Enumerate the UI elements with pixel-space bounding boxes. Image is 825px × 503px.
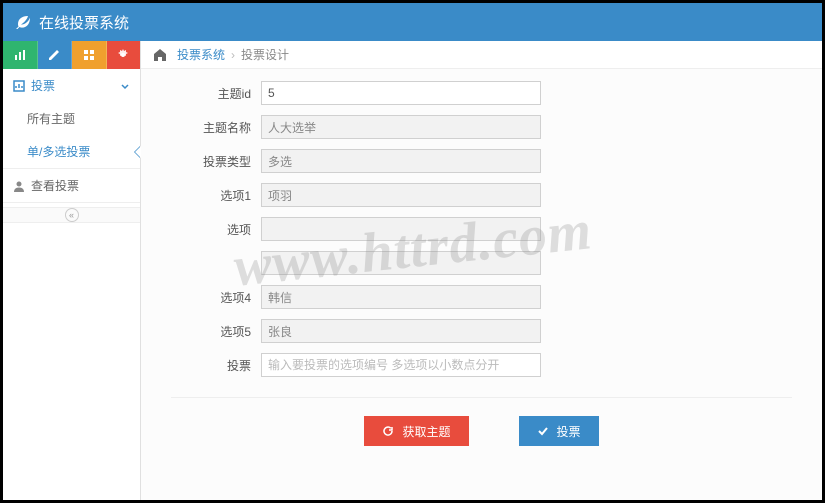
collapse-left-icon: « [65, 208, 79, 222]
nav-group-label: 投票 [31, 77, 55, 94]
vote-input[interactable] [261, 353, 541, 377]
chart-icon [13, 80, 25, 92]
topic-name-input [261, 115, 541, 139]
option5-label: 选项5 [171, 323, 261, 340]
home-icon[interactable] [153, 48, 167, 62]
breadcrumb-link[interactable]: 投票系统 [177, 46, 225, 63]
toolbar-stats-button[interactable] [3, 41, 38, 69]
vote-form: 主题id 主题名称 投票类型 选项1 选项 [141, 69, 822, 466]
bar-chart-icon [14, 49, 26, 61]
sidebar-nav: 投票 所有主题 单/多选投票 查看投票 « [3, 69, 140, 500]
vote-label: 投票 [171, 357, 261, 374]
form-divider [171, 397, 792, 398]
check-icon [537, 425, 549, 437]
option4-label: 选项4 [171, 289, 261, 306]
content-area: 投票系统 › 投票设计 主题id 主题名称 投票类型 选项1 [141, 41, 822, 500]
toolbar-edit-button[interactable] [38, 41, 73, 69]
app-title: 在线投票系统 [39, 12, 129, 33]
vote-button[interactable]: 投票 [519, 416, 599, 446]
breadcrumb-separator: › [231, 48, 235, 62]
grid-icon [83, 49, 95, 61]
option1-label: 选项1 [171, 187, 261, 204]
nav-item-single-multi-vote[interactable]: 单/多选投票 [3, 135, 140, 168]
option1-input [261, 183, 541, 207]
sidebar-collapse-toggle[interactable]: « [3, 207, 140, 223]
nav-group-vote[interactable]: 投票 [3, 69, 140, 102]
vote-type-label: 投票类型 [171, 153, 261, 170]
nav-item-label: 所有主题 [27, 112, 75, 126]
option5-input [261, 319, 541, 343]
nav-item-view-votes[interactable]: 查看投票 [3, 169, 140, 203]
topic-id-input[interactable] [261, 81, 541, 105]
vote-button-label: 投票 [557, 423, 581, 440]
sidebar: 投票 所有主题 单/多选投票 查看投票 « [3, 41, 141, 500]
breadcrumb: 投票系统 › 投票设计 [141, 41, 822, 69]
option3-input [261, 251, 541, 275]
option2-input [261, 217, 541, 241]
chevron-down-icon [120, 81, 130, 91]
toolbar-grid-button[interactable] [72, 41, 107, 69]
breadcrumb-current: 投票设计 [241, 46, 289, 63]
option4-input [261, 285, 541, 309]
form-actions: 获取主题 投票 [171, 416, 792, 466]
sidebar-toolbar [3, 41, 140, 69]
pencil-icon [48, 49, 60, 61]
nav-item-all-topics[interactable]: 所有主题 [3, 102, 140, 135]
vote-type-input [261, 149, 541, 173]
fetch-topic-label: 获取主题 [402, 423, 450, 440]
leaf-icon [15, 14, 31, 30]
nav-item-label: 单/多选投票 [27, 145, 90, 159]
topic-id-label: 主题id [171, 85, 261, 102]
topic-name-label: 主题名称 [171, 119, 261, 136]
app-header: 在线投票系统 [3, 3, 822, 41]
user-icon [13, 180, 25, 192]
nav-item-label: 查看投票 [31, 177, 79, 194]
refresh-icon [382, 425, 394, 437]
option2-label: 选项 [171, 221, 261, 238]
gear-icon [117, 49, 129, 61]
toolbar-settings-button[interactable] [107, 41, 141, 69]
fetch-topic-button[interactable]: 获取主题 [364, 416, 468, 446]
